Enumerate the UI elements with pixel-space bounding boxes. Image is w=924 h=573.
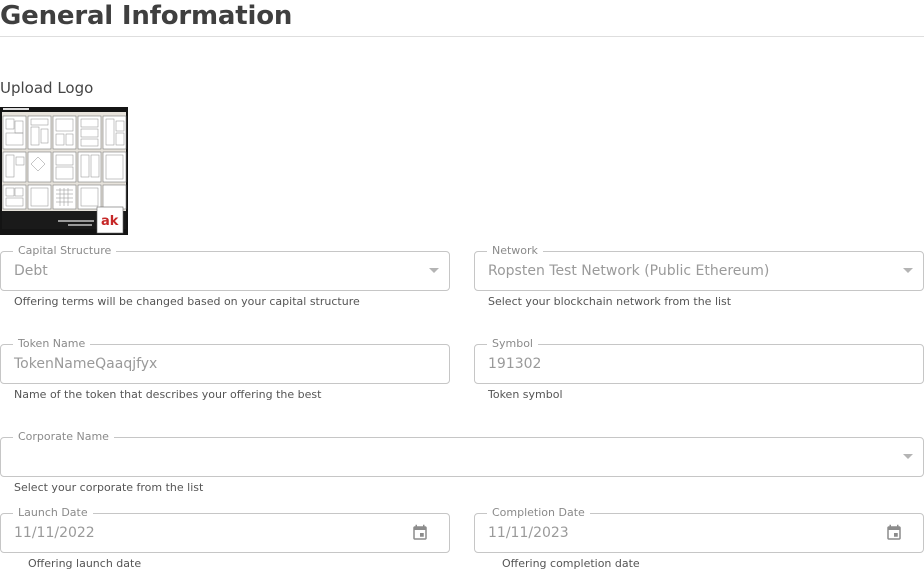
chevron-down-icon[interactable] [903,268,913,273]
corporate-name-label: Corporate Name [13,430,114,444]
token-name-helper: Name of the token that describes your of… [14,388,322,401]
launch-date-helper: Offering launch date [28,557,142,570]
upload-logo-label: Upload Logo [0,79,94,97]
chevron-down-icon[interactable] [429,268,439,273]
symbol-label: Symbol [487,337,538,351]
network-select[interactable]: Network Ropsten Test Network (Public Eth… [474,244,924,291]
logo-brand-text: ak [101,214,119,229]
launch-date-field[interactable]: Launch Date 11/11/2022 [0,506,450,553]
completion-date-label: Completion Date [487,506,590,520]
network-label: Network [487,244,543,258]
title-divider [0,36,924,37]
page-title: General Information [0,1,293,31]
completion-date-helper: Offering completion date [502,557,640,570]
capital-structure-select[interactable]: Capital Structure Debt [0,244,450,291]
token-name-field[interactable]: Token Name TokenNameQaaqjfyx [0,337,450,384]
calendar-icon[interactable] [885,524,903,542]
capital-structure-helper: Offering terms will be changed based on … [14,295,360,308]
logo-preview-image[interactable]: ak [0,107,128,235]
symbol-field[interactable]: Symbol 191302 [474,337,924,384]
completion-date-value: 11/11/2023 [488,525,569,541]
token-name-label: Token Name [13,337,91,351]
logo-thumbnail-graphic: ak [0,107,128,235]
chevron-down-icon[interactable] [903,454,913,459]
launch-date-label: Launch Date [13,506,93,520]
symbol-helper: Token symbol [488,388,563,401]
corporate-name-select[interactable]: Corporate Name [0,430,924,477]
token-name-value: TokenNameQaaqjfyx [14,356,158,372]
calendar-icon[interactable] [411,524,429,542]
completion-date-field[interactable]: Completion Date 11/11/2023 [474,506,924,553]
capital-structure-label: Capital Structure [13,244,117,258]
symbol-value: 191302 [488,356,542,372]
capital-structure-value: Debt [14,263,48,279]
network-value: Ropsten Test Network (Public Ethereum) [488,263,770,279]
corporate-name-helper: Select your corporate from the list [14,481,204,494]
launch-date-value: 11/11/2022 [14,525,95,541]
network-helper: Select your blockchain network from the … [488,295,732,308]
